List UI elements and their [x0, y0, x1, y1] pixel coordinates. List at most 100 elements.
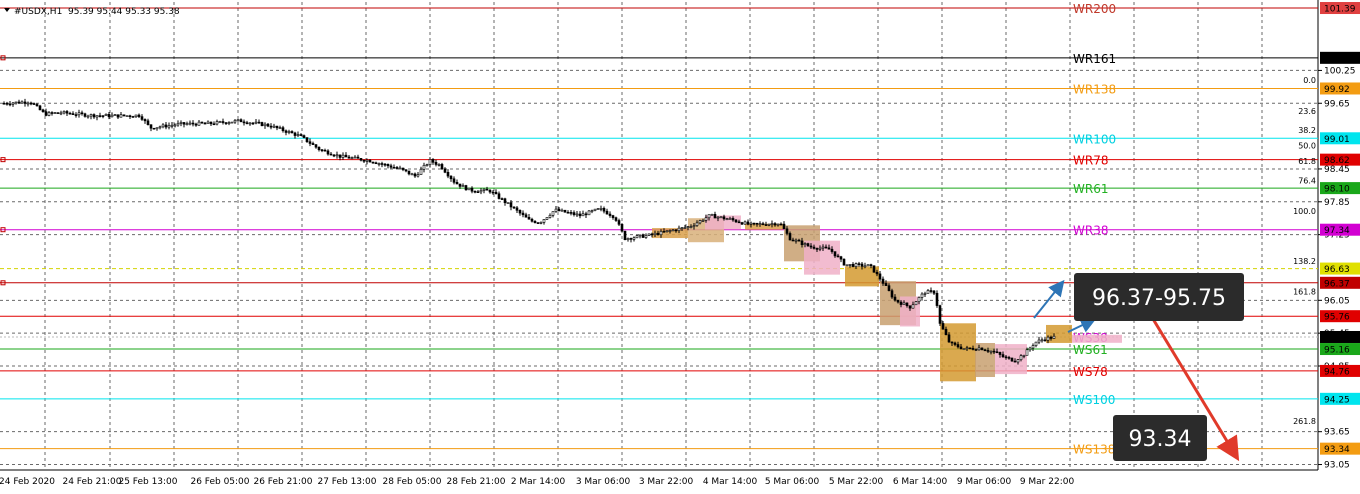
price-tick-label: 96.05: [1324, 296, 1350, 306]
highlight-zone: [1072, 334, 1122, 343]
candle-body: [329, 153, 333, 156]
candle-body: [590, 210, 594, 212]
candle-body: [458, 183, 462, 187]
candle-body: [128, 115, 132, 117]
time-tick-label: 28 Feb 05:00: [382, 477, 441, 487]
candle-body: [740, 222, 744, 225]
candle-body: [578, 213, 582, 217]
candle-body: [542, 219, 546, 223]
candle-body: [155, 127, 159, 130]
candle-body: [848, 264, 852, 266]
candle-body: [737, 221, 741, 224]
candle-body: [626, 238, 630, 240]
candle-body: [788, 233, 792, 241]
time-tick-label: 28 Feb 21:00: [446, 477, 505, 487]
highlight-zone: [1046, 324, 1072, 343]
time-tick-label: 3 Mar 22:00: [639, 477, 694, 487]
candle-body: [989, 350, 993, 353]
candle-body: [935, 292, 939, 306]
candle-body: [668, 230, 672, 232]
candle-body: [281, 127, 285, 132]
candle-body: [761, 223, 765, 225]
level-label: WS61: [1073, 343, 1108, 357]
ohlc-values: 95.39 95.44 95.33 95.38: [68, 7, 180, 17]
candle-body: [89, 114, 93, 117]
candle-body: [983, 349, 987, 352]
candle-body: [182, 122, 186, 125]
candle-body: [602, 208, 606, 212]
candle-body: [38, 105, 42, 111]
candle-body: [836, 255, 840, 258]
price-badge-text: 100.48: [1324, 54, 1356, 64]
time-tick-label: 4 Mar 14:00: [703, 477, 758, 487]
price-tick-label: 100.25: [1324, 66, 1356, 76]
candle-body: [758, 223, 762, 225]
candle-body: [488, 189, 492, 193]
time-tick-label: 26 Feb 21:00: [253, 477, 312, 487]
candle-body: [614, 217, 618, 221]
level-label: WR61: [1073, 182, 1108, 196]
candle-body: [662, 231, 666, 233]
candle-body: [107, 113, 111, 118]
candle-body: [59, 112, 63, 115]
candle-body: [290, 131, 294, 134]
candle-body: [440, 164, 444, 170]
candle-body: [5, 102, 9, 105]
candle-body: [86, 115, 90, 118]
candle-body: [143, 119, 147, 122]
candle-body: [551, 211, 555, 216]
candle-body: [950, 341, 954, 344]
candle-body: [719, 216, 723, 219]
candle-body: [1031, 345, 1035, 349]
candle-body: [632, 237, 636, 240]
candle-body: [260, 122, 264, 127]
candle-body: [764, 224, 768, 226]
candle-body: [335, 154, 339, 157]
candle-body: [953, 342, 957, 345]
time-tick-label: 3 Mar 06:00: [576, 477, 631, 487]
candle-body: [131, 116, 135, 118]
candle-body: [611, 215, 615, 218]
candle-body: [47, 112, 51, 116]
candle-body: [698, 220, 702, 224]
candle-body: [1034, 341, 1038, 346]
candle-body: [161, 124, 165, 128]
candle-body: [188, 122, 192, 125]
candle-body: [845, 264, 849, 267]
candle-body: [365, 159, 369, 162]
candle-body: [104, 113, 108, 116]
candle-body: [659, 231, 663, 236]
candle-body: [749, 222, 753, 225]
level-label: WS138: [1073, 443, 1115, 457]
candle-body: [890, 290, 894, 298]
candle-body: [464, 185, 468, 191]
price-badge-text: 96.63: [1324, 265, 1350, 275]
candle-body: [653, 232, 657, 236]
candle-body: [899, 301, 903, 305]
candle-body: [164, 124, 168, 128]
candle-body: [356, 156, 360, 159]
candle-body: [773, 223, 777, 226]
candle-body: [623, 230, 627, 240]
candle-body: [491, 191, 495, 194]
price-tick-label: 99.65: [1324, 99, 1350, 109]
candle-body: [401, 167, 405, 170]
candle-body: [425, 164, 429, 166]
time-tick-label: 9 Mar 22:00: [1020, 477, 1075, 487]
candle-body: [272, 125, 276, 128]
candle-body: [815, 248, 819, 250]
candle-body: [767, 223, 771, 226]
candle-body: [80, 112, 84, 115]
candle-body: [44, 111, 48, 116]
candle-body: [932, 290, 936, 294]
candle-body: [194, 123, 198, 126]
candle-body: [713, 213, 717, 219]
candle-body: [299, 134, 303, 136]
candle-body: [77, 112, 81, 116]
candle-body: [98, 115, 102, 117]
candle-body: [41, 109, 45, 112]
candle-body: [887, 285, 891, 291]
candle-body: [971, 348, 975, 350]
candle-body: [284, 130, 288, 133]
candle-body: [998, 352, 1002, 355]
